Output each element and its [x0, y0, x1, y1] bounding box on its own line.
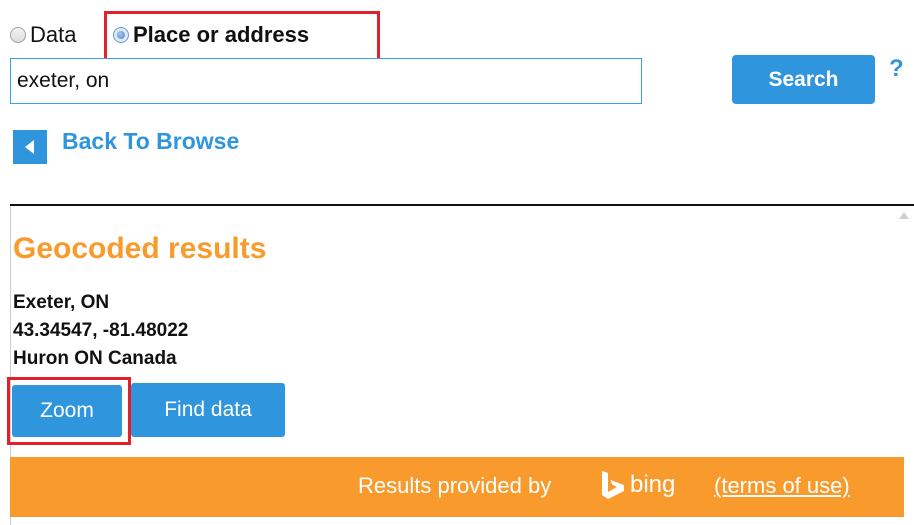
- place-radio-label[interactable]: Place or address: [133, 22, 309, 48]
- zoom-button[interactable]: Zoom: [12, 385, 122, 437]
- terms-of-use-link[interactable]: (terms of use): [714, 473, 850, 499]
- provided-by-text: Results provided by: [358, 473, 552, 498]
- help-icon[interactable]: ?: [889, 55, 904, 83]
- result-name: Exeter, ON: [13, 292, 110, 313]
- result-coordinates: 43.34547, -81.48022: [13, 320, 189, 341]
- find-data-button[interactable]: Find data: [131, 383, 285, 437]
- search-mode-radio-group: Data: [10, 18, 76, 52]
- results-title: Geocoded results: [13, 232, 267, 265]
- bing-logo: bing: [600, 470, 675, 500]
- place-radio[interactable]: [113, 27, 129, 43]
- bing-icon: [602, 471, 624, 499]
- search-input[interactable]: [10, 58, 642, 104]
- back-to-browse-link[interactable]: Back To Browse: [62, 128, 239, 155]
- back-arrow-icon[interactable]: [13, 130, 47, 164]
- data-radio[interactable]: [10, 27, 26, 43]
- bing-wordmark: bing: [630, 471, 676, 498]
- search-button[interactable]: Search: [732, 55, 875, 104]
- place-radio-row: Place or address: [113, 18, 309, 52]
- scroll-up-icon[interactable]: [899, 212, 909, 219]
- result-region: Huron ON Canada: [13, 348, 177, 369]
- data-radio-label[interactable]: Data: [30, 22, 76, 48]
